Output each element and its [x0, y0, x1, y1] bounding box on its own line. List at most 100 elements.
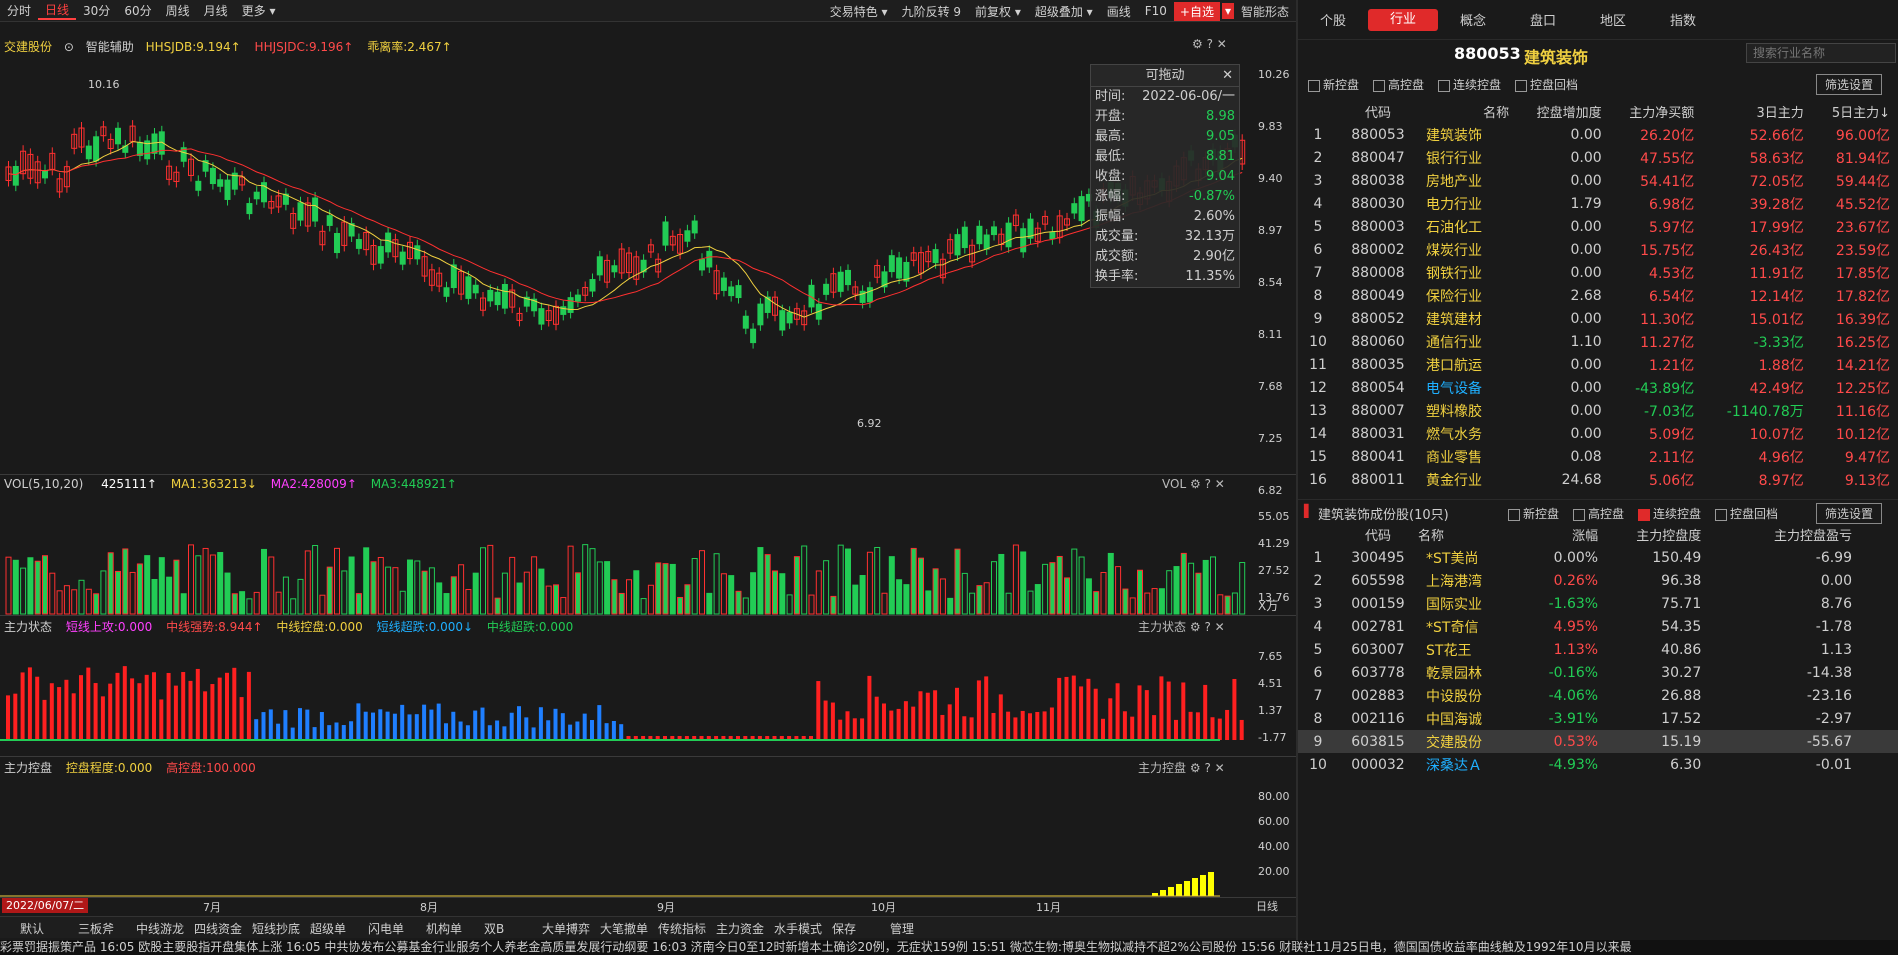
period-tab-30min[interactable]: 30分 [76, 2, 117, 19]
column-header[interactable]: 涨幅 [1520, 523, 1598, 546]
period-more-dropdown[interactable]: 更多 ▾ [235, 2, 283, 19]
sector-row[interactable]: 3 880038 房地产业 0.00 54.41亿 72.05亿 59.44亿 [1298, 169, 1898, 192]
indicator-tab[interactable]: 保存 [832, 920, 856, 937]
period-tab-monthly[interactable]: 月线 [197, 2, 235, 19]
filter-checkbox[interactable]: 高控盘 [1373, 78, 1424, 92]
sector-tab[interactable]: 个股 [1298, 10, 1368, 29]
indicator-tab[interactable]: 大单搏弈 [542, 920, 590, 937]
sector-row[interactable]: 9 880052 建筑建材 0.00 11.30亿 15.01亿 16.39亿 [1298, 307, 1898, 330]
constituent-row[interactable]: 9 603815 交建股份 0.53% 15.19 -55.67 [1298, 730, 1898, 753]
smart-pattern-button[interactable]: 智能形态 [1234, 3, 1296, 20]
sector-row[interactable]: 5 880003 石油化工 0.00 5.97亿 17.99亿 23.67亿 [1298, 215, 1898, 238]
indicator-tab[interactable]: 四线资金 [194, 920, 242, 937]
column-header[interactable]: 3日主力 [1694, 100, 1803, 123]
period-tab-60min[interactable]: 60分 [117, 2, 158, 19]
indicator-tab[interactable]: 水手模式 [774, 920, 822, 937]
filter-checkbox[interactable]: 连续控盘 [1638, 507, 1701, 521]
constituent-row[interactable]: 5 603007 ST花王 1.13% 40.86 1.13 [1298, 638, 1898, 661]
indicator-tab[interactable]: 中线游龙 [136, 920, 184, 937]
indicator-tab[interactable]: 短线抄底 [252, 920, 300, 937]
constituent-row[interactable]: 1 300495 *ST美尚 0.00% 150.49 -6.99 [1298, 546, 1898, 569]
indicator-tab[interactable]: 三板斧 [78, 920, 114, 937]
indicator-tab[interactable]: 机构单 [426, 920, 462, 937]
period-tab-fenshi[interactable]: 分时 [0, 2, 38, 19]
close-icon[interactable]: ✕ [1215, 761, 1225, 775]
indicator-tab[interactable]: 双B [484, 920, 504, 937]
sector-row[interactable]: 1 880053 建筑装饰 0.00 26.20亿 52.66亿 96.00亿 [1298, 123, 1898, 146]
trade-feature-menu[interactable]: 交易特色 ▾ [823, 3, 895, 20]
constituent-row[interactable]: 2 605598 上海港湾 0.26% 96.38 0.00 [1298, 569, 1898, 592]
filter-checkbox[interactable]: 控盘回档 [1515, 78, 1578, 92]
f10-button[interactable]: F10 [1138, 4, 1174, 18]
sector-tab[interactable]: 盘口 [1508, 10, 1578, 29]
sector-row[interactable]: 15 880041 商业零售 0.08 2.11亿 4.96亿 9.47亿 [1298, 445, 1898, 468]
indicator-tab[interactable]: 传统指标 [658, 920, 706, 937]
price-tooltip[interactable]: 可拖动 ✕ 时间: 2022-06-06/一 开盘: 8.98 最高: 9.05 最低: 8.… [1090, 64, 1240, 288]
sector-tab[interactable]: 地区 [1578, 10, 1648, 29]
adjust-menu[interactable]: 前复权 ▾ [968, 3, 1028, 20]
constituent-row[interactable]: 8 002116 中国海诚 -3.91% 17.52 -2.97 [1298, 707, 1898, 730]
sector-search-input[interactable] [1746, 43, 1896, 63]
gear-icon[interactable]: ⚙ [1190, 761, 1201, 775]
constituent-filter-button[interactable]: 筛选设置 [1816, 503, 1883, 524]
indicator-tab[interactable]: 闪电单 [368, 920, 404, 937]
filter-checkbox[interactable]: 连续控盘 [1438, 78, 1501, 92]
sector-row[interactable]: 12 880054 电气设备 0.00 -43.89亿 42.49亿 12.25亿 [1298, 376, 1898, 399]
column-header[interactable]: 主力净买额 [1602, 100, 1694, 123]
column-header[interactable]: 主力控盘度 [1598, 523, 1701, 546]
filter-checkbox[interactable]: 新控盘 [1308, 78, 1359, 92]
filter-checkbox[interactable]: 新控盘 [1508, 507, 1559, 521]
filter-settings-button[interactable]: 筛选设置 [1816, 74, 1883, 95]
add-favorite-dropdown[interactable]: ▾ [1221, 3, 1234, 19]
column-header[interactable]: 代码 [1338, 100, 1418, 123]
column-header[interactable]: 控盘增加度 [1509, 100, 1602, 123]
filter-checkbox[interactable]: 控盘回档 [1715, 507, 1778, 521]
indicator-tab[interactable]: 主力资金 [716, 920, 764, 937]
help-icon[interactable]: ? [1204, 620, 1210, 634]
constituent-row[interactable]: 4 002781 *ST奇信 4.95% 54.35 -1.78 [1298, 615, 1898, 638]
nine-reversal-menu[interactable]: 九阶反转 9 [895, 3, 968, 20]
sector-row[interactable]: 8 880049 保险行业 2.68 6.54亿 12.14亿 17.82亿 [1298, 284, 1898, 307]
sector-row[interactable]: 11 880035 港口航运 0.00 1.21亿 1.88亿 14.21亿 [1298, 353, 1898, 376]
indicator-tab[interactable]: 管理 [890, 920, 914, 937]
sector-tab[interactable]: 指数 [1648, 10, 1718, 29]
gear-icon[interactable]: ⚙ [1190, 477, 1201, 491]
overlay-menu[interactable]: 超级叠加 ▾ [1028, 3, 1100, 20]
sector-row[interactable]: 16 880011 黄金行业 24.68 5.06亿 8.97亿 9.13亿 [1298, 468, 1898, 491]
help-icon[interactable]: ? [1204, 761, 1210, 775]
sector-row[interactable]: 7 880008 钢铁行业 0.00 4.53亿 11.91亿 17.85亿 [1298, 261, 1898, 284]
sector-tab[interactable]: 行业 [1368, 8, 1438, 31]
close-icon[interactable]: ✕ [1222, 65, 1233, 87]
indicator-tab[interactable]: 超级单 [310, 920, 346, 937]
sector-row[interactable]: 14 880031 燃气水务 0.00 5.09亿 10.07亿 10.12亿 [1298, 422, 1898, 445]
constituent-row[interactable]: 10 000032 深桑达Ａ -4.93% 6.30 -0.01 [1298, 753, 1898, 776]
column-header[interactable] [1298, 100, 1338, 123]
gear-icon[interactable]: ⚙ [1190, 620, 1201, 634]
column-header[interactable]: 5日主力↓ [1804, 100, 1898, 123]
column-header[interactable]: 代码 [1338, 523, 1418, 546]
sector-row[interactable]: 4 880030 电力行业 1.79 6.98亿 39.28亿 45.52亿 [1298, 192, 1898, 215]
indicator-tab[interactable]: 默认 [20, 920, 44, 937]
sector-tab[interactable]: 概念 [1438, 10, 1508, 29]
column-header[interactable]: 名称 [1418, 100, 1509, 123]
draw-line-button[interactable]: 画线 [1100, 3, 1138, 20]
help-icon[interactable]: ? [1205, 477, 1211, 491]
add-favorite-button[interactable]: +自选 [1173, 1, 1220, 21]
sector-row[interactable]: 2 880047 银行行业 0.00 47.55亿 58.63亿 81.94亿 [1298, 146, 1898, 169]
period-tab-daily[interactable]: 日线 [38, 1, 77, 20]
column-header[interactable]: 主力控盘盈亏 [1701, 523, 1898, 546]
indicator-tab[interactable]: 大笔撤单 [600, 920, 648, 937]
close-icon[interactable]: ✕ [1215, 477, 1225, 491]
filter-checkbox[interactable]: 高控盘 [1573, 507, 1624, 521]
constituent-row[interactable]: 6 603778 乾景园林 -0.16% 30.27 -14.38 [1298, 661, 1898, 684]
constituent-row[interactable]: 7 002883 中设股份 -4.06% 26.88 -23.16 [1298, 684, 1898, 707]
column-header[interactable] [1298, 523, 1338, 546]
news-ticker[interactable]: 彩票罚据振策产品 16:05 欧股主要股指开盘集体上涨 16:05 中共协发布公… [0, 940, 1898, 955]
sector-row[interactable]: 6 880002 煤炭行业 0.00 15.75亿 26.43亿 23.59亿 [1298, 238, 1898, 261]
constituent-row[interactable]: 3 000159 国际实业 -1.63% 75.71 8.76 [1298, 592, 1898, 615]
column-header[interactable]: 名称 [1418, 523, 1520, 546]
close-icon[interactable]: ✕ [1215, 620, 1225, 634]
sector-row[interactable]: 13 880007 塑料橡胶 0.00 -7.03亿 -1140.78万 11.16亿 [1298, 399, 1898, 422]
sector-row[interactable]: 10 880060 通信行业 1.10 11.27亿 -3.33亿 16.25亿 [1298, 330, 1898, 353]
period-tab-weekly[interactable]: 周线 [159, 2, 197, 19]
